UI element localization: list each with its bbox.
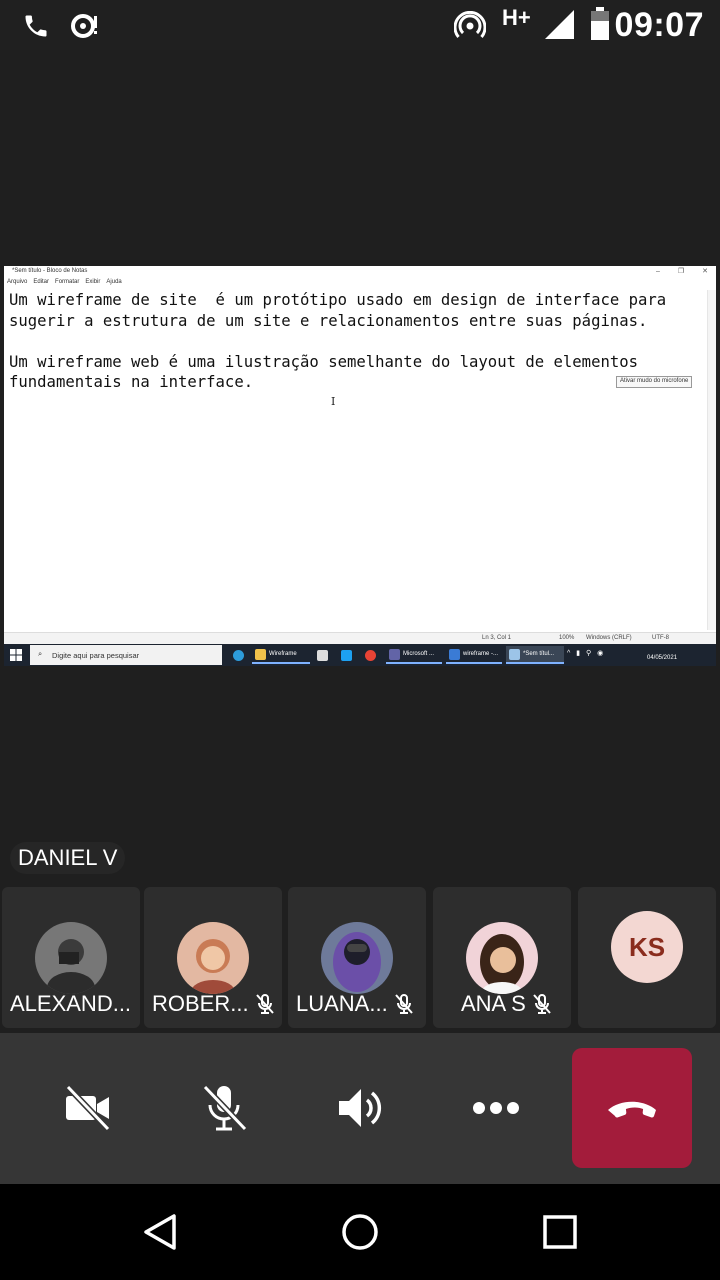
menu-item: Ajuda (106, 279, 122, 285)
close-icon: ✕ (702, 268, 708, 275)
text-line (9, 331, 703, 352)
participant-tile[interactable]: ALEXAND... (2, 887, 140, 1028)
hang-up-button[interactable] (572, 1048, 692, 1168)
notepad-scrollbar (707, 290, 716, 630)
taskbar-app: *Sem títul... (506, 646, 564, 664)
initials-avatar: KS (611, 911, 683, 983)
camera-off-icon (65, 1084, 111, 1132)
tooltip: Ativar mudo do microfone (616, 376, 693, 388)
participant-name: ALEXAND... (10, 991, 132, 1016)
taskbar-app: Wireframe (252, 646, 310, 664)
battery-icon (591, 7, 609, 40)
back-icon (144, 1214, 176, 1250)
text-line: fundamentais na interface. (9, 373, 254, 392)
notepad-menu: Arquivo Editar Formatar Exibir Ajuda (4, 279, 122, 289)
teams-icon (389, 648, 400, 660)
notepad-window-title: *Sem título - Bloco de Notas (12, 268, 88, 274)
menu-item: Formatar (55, 279, 80, 285)
camera-toggle-button[interactable] (28, 1048, 148, 1168)
menu-item: Exibir (85, 279, 101, 285)
text-cursor-icon: I (331, 395, 336, 408)
recents-button[interactable] (500, 1184, 620, 1280)
microphone-toggle-button[interactable] (164, 1048, 284, 1168)
windows-taskbar: ⌕ Digite aqui para pesquisar Wireframe M… (4, 644, 716, 666)
notepad-text: Um wireframe de site é um protótipo usad… (9, 290, 703, 630)
clock: 09:07 (614, 6, 704, 44)
participant-tile[interactable]: KS (578, 887, 716, 1028)
text-line: Um wireframe de site é um protótipo usad… (9, 291, 667, 309)
taskbar-date: 04/05/2021 (647, 655, 678, 661)
taskbar-app: wireframe -... (446, 646, 502, 664)
mic-muted-icon (394, 994, 413, 1014)
search-icon: ⌕ (38, 649, 43, 658)
notepad-icon (509, 648, 520, 660)
phone-icon (25, 15, 47, 37)
mic-muted-icon (255, 994, 274, 1014)
participant-name: LUANA... (296, 991, 420, 1017)
participant-tile[interactable]: ROBER... (144, 887, 282, 1028)
restore-icon: ❐ (677, 268, 685, 275)
image-icon (449, 648, 460, 660)
minimize-icon: – (655, 268, 660, 275)
notepad-statusbar: Ln 3, Col 1 100% Windows (CRLF) UTF-8 (4, 632, 716, 644)
participant-tile[interactable]: LUANA... (288, 887, 426, 1028)
avatar (466, 922, 538, 994)
taskbar-app: Microsoft ... (386, 646, 442, 664)
speaker-button[interactable] (300, 1048, 420, 1168)
text-line: Um wireframe web é uma ilustração semelh… (9, 352, 639, 371)
participant-name: ANA S (461, 991, 565, 1017)
edge-icon (230, 646, 247, 664)
menu-item: Arquivo (7, 279, 28, 285)
taskbar-search: ⌕ Digite aqui para pesquisar (30, 645, 222, 665)
active-speaker-name: DANIEL V (10, 842, 126, 874)
home-button[interactable] (300, 1184, 420, 1280)
avatar (177, 922, 249, 994)
recents-icon (543, 1215, 577, 1249)
windows-start-icon (10, 649, 22, 661)
folder-icon (255, 648, 266, 660)
taskbar-search-placeholder: Digite aqui para pesquisar (52, 651, 140, 660)
avatar (35, 922, 107, 994)
participant-tile[interactable]: ANA S (433, 887, 571, 1028)
android-navigation-bar (0, 1184, 720, 1280)
system-tray-icons: ^ ▮ ⚲ ◉ (567, 650, 606, 657)
menu-item: Editar (33, 279, 50, 285)
mic-off-icon (202, 1084, 248, 1132)
store-icon (314, 646, 331, 664)
encoding: UTF-8 (652, 635, 669, 641)
avatar (321, 922, 393, 994)
twitter-icon (338, 646, 355, 664)
notepad-titlebar: *Sem título - Bloco de Notas – ❐ ✕ (4, 266, 716, 278)
window-controls: – ❐ ✕ (638, 267, 708, 275)
sync-icon (71, 14, 97, 38)
more-options-button[interactable] (436, 1048, 556, 1168)
text-line: sugerir a estrutura de um site e relacio… (9, 311, 648, 330)
network-type: H+ (502, 5, 531, 30)
hotspot-icon (454, 11, 486, 38)
zoom-level: 100% (559, 635, 575, 641)
cursor-position: Ln 3, Col 1 (482, 635, 512, 641)
more-icon (473, 1102, 519, 1114)
signal-icon (545, 10, 574, 39)
mic-muted-icon (533, 994, 551, 1014)
chrome-icon (362, 646, 379, 664)
speaker-icon (339, 1089, 382, 1127)
home-icon (342, 1214, 378, 1250)
shared-screen: *Sem título - Bloco de Notas – ❐ ✕ Arquivo… (4, 266, 716, 666)
participant-name: ROBER... (152, 991, 276, 1017)
hang-up-icon (608, 1101, 656, 1118)
line-ending: Windows (CRLF) (586, 635, 632, 641)
status-bar: H+ 09:07 (0, 0, 720, 50)
back-button[interactable] (100, 1184, 220, 1280)
